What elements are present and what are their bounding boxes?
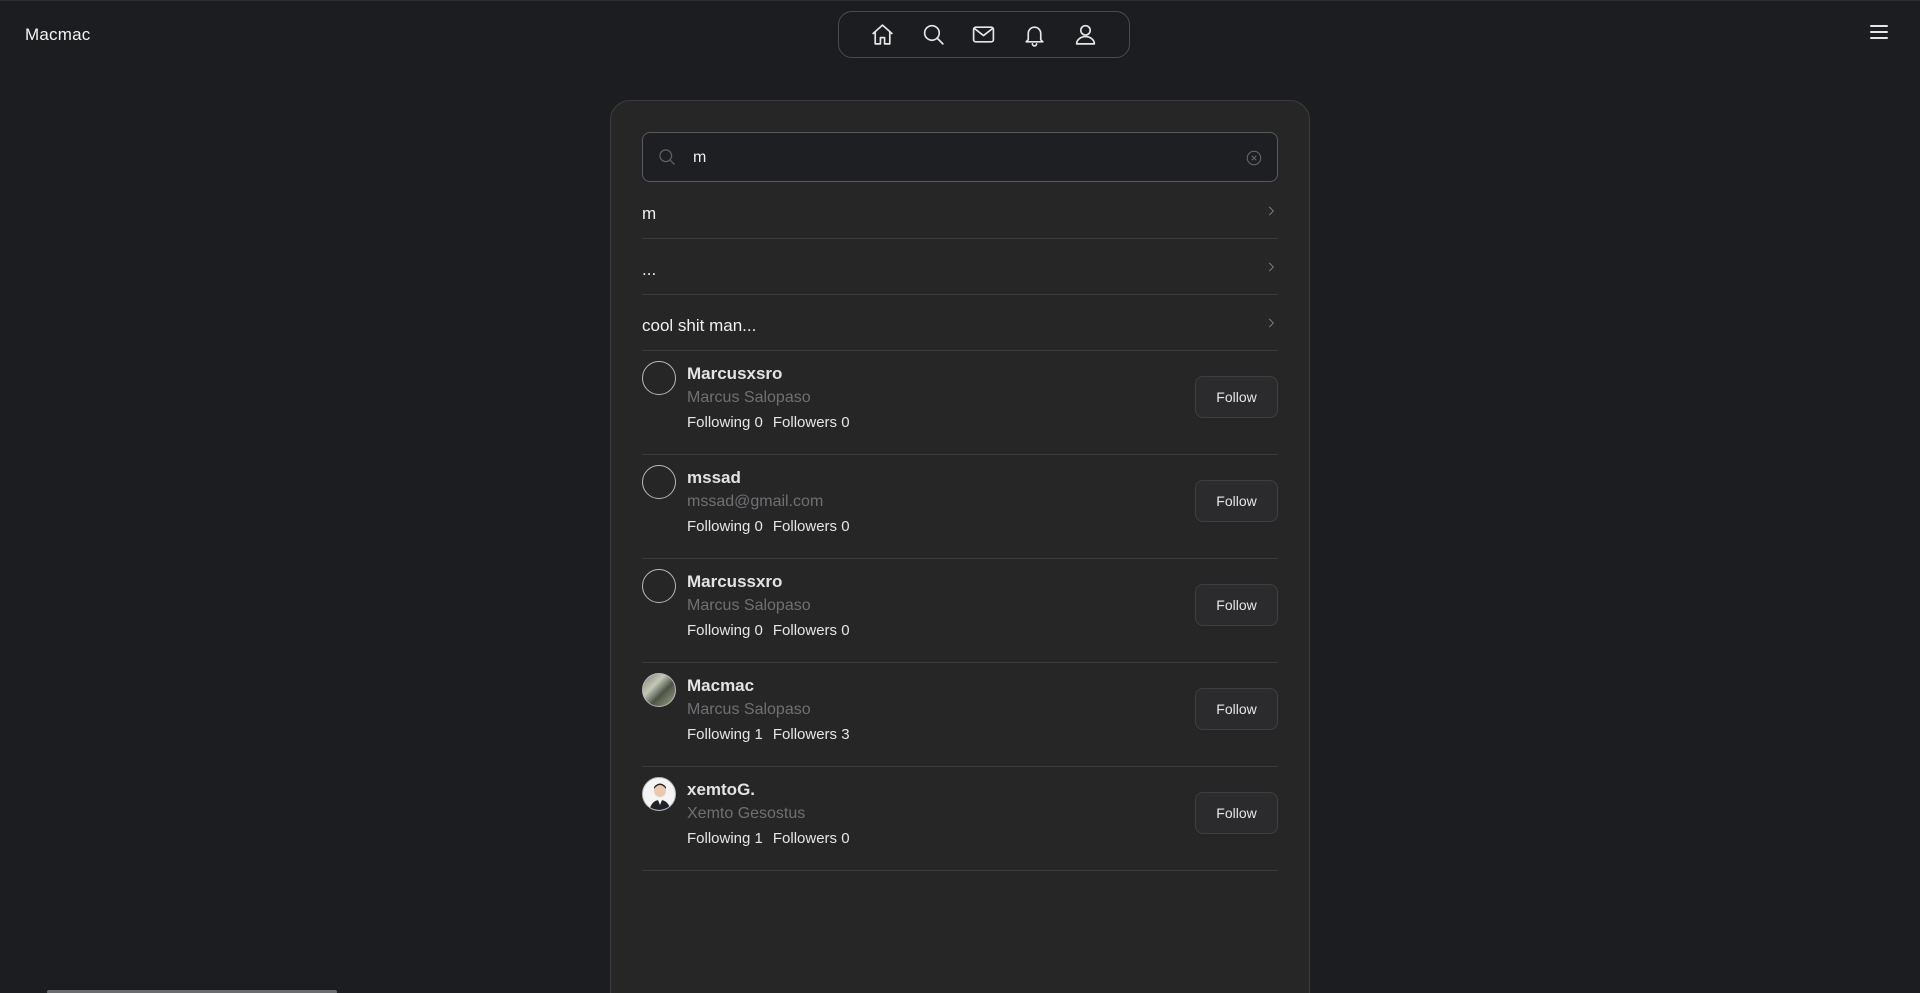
username[interactable]: Marcussxro xyxy=(687,572,782,592)
user-stats: Following 0 Followers 0 xyxy=(687,414,850,431)
home-icon xyxy=(872,24,893,45)
user-result-row: xemtoG. Xemto Gesostus Following 1 Follo… xyxy=(642,767,1278,871)
user-subtitle: mssad@gmail.com xyxy=(687,493,824,510)
username[interactable]: Macmac xyxy=(687,676,754,696)
follow-button[interactable]: Follow xyxy=(1195,480,1278,522)
menu-line xyxy=(1870,37,1888,39)
bell-icon xyxy=(1025,26,1044,47)
user-stats: Following 0 Followers 0 xyxy=(687,518,850,535)
nav-search-button[interactable] xyxy=(916,18,950,52)
following-count: Following 1 xyxy=(687,726,763,743)
username[interactable]: Marcusxsro xyxy=(687,364,782,384)
user-subtitle: Xemto Gesostus xyxy=(687,805,806,822)
chevron-right-icon xyxy=(1264,260,1278,279)
user-stats: Following 1 Followers 3 xyxy=(687,726,850,743)
top-nav xyxy=(838,11,1130,58)
user-icon xyxy=(1075,24,1095,45)
user-subtitle: Marcus Salopaso xyxy=(687,701,811,718)
user-subtitle: Marcus Salopaso xyxy=(687,597,811,614)
suggestion-text: cool shit man... xyxy=(642,315,757,335)
user-result-row: mssad mssad@gmail.com Following 0 Follow… xyxy=(642,455,1278,559)
menu-line xyxy=(1870,31,1888,33)
avatar[interactable] xyxy=(642,673,676,707)
brand-logo[interactable]: Macmac xyxy=(25,25,90,45)
clear-search-icon[interactable] xyxy=(1245,149,1263,167)
suggestion-item[interactable]: ... xyxy=(642,239,1278,295)
following-count: Following 0 xyxy=(687,414,763,431)
user-result-row: Macmac Marcus Salopaso Following 1 Follo… xyxy=(642,663,1278,767)
chevron-right-icon xyxy=(1264,316,1278,335)
suggestion-text: ... xyxy=(642,259,657,279)
followers-count: Followers 0 xyxy=(772,414,850,431)
hamburger-menu-icon[interactable] xyxy=(1870,21,1894,43)
followers-count: Followers 3 xyxy=(772,726,850,743)
chevron-right-icon xyxy=(1264,204,1278,223)
user-result-row: Marcusxsro Marcus Salopaso Following 0 F… xyxy=(642,351,1278,455)
username[interactable]: xemtoG. xyxy=(687,780,755,800)
follow-button[interactable]: Follow xyxy=(1195,584,1278,626)
avatar[interactable] xyxy=(642,361,676,395)
user-subtitle: Marcus Salopaso xyxy=(687,389,811,406)
avatar-photo xyxy=(649,783,671,810)
mail-icon xyxy=(973,26,995,43)
followers-count: Followers 0 xyxy=(772,830,850,847)
follow-button[interactable]: Follow xyxy=(1195,792,1278,834)
search-panel: m ... cool shit man... Marcusxsro Marcus… xyxy=(610,100,1310,993)
search-input[interactable] xyxy=(693,143,1213,173)
avatar[interactable] xyxy=(642,569,676,603)
menu-line xyxy=(1870,25,1888,27)
suggestion-item[interactable]: m xyxy=(642,183,1278,239)
nav-profile-button[interactable] xyxy=(1068,18,1102,52)
suggestion-text: m xyxy=(642,203,657,223)
user-results: Marcusxsro Marcus Salopaso Following 0 F… xyxy=(642,351,1278,871)
user-stats: Following 1 Followers 0 xyxy=(687,830,850,847)
suggestion-item[interactable]: cool shit man... xyxy=(642,295,1278,351)
user-stats: Following 0 Followers 0 xyxy=(687,622,850,639)
following-count: Following 0 xyxy=(687,518,763,535)
follow-button[interactable]: Follow xyxy=(1195,376,1278,418)
search-icon xyxy=(657,147,677,167)
nav-notifications-button[interactable] xyxy=(1018,18,1052,52)
following-count: Following 0 xyxy=(687,622,763,639)
search-suggestions: m ... cool shit man... xyxy=(642,183,1278,351)
search-bar xyxy=(642,132,1278,182)
nav-home-button[interactable] xyxy=(866,18,900,52)
follow-button[interactable]: Follow xyxy=(1195,688,1278,730)
user-result-row: Marcussxro Marcus Salopaso Following 0 F… xyxy=(642,559,1278,663)
following-count: Following 1 xyxy=(687,830,763,847)
avatar[interactable] xyxy=(642,777,676,811)
search-icon xyxy=(923,24,944,45)
followers-count: Followers 0 xyxy=(772,518,850,535)
followers-count: Followers 0 xyxy=(772,622,850,639)
nav-messages-button[interactable] xyxy=(967,18,1001,52)
avatar[interactable] xyxy=(642,465,676,499)
username[interactable]: mssad xyxy=(687,468,741,488)
